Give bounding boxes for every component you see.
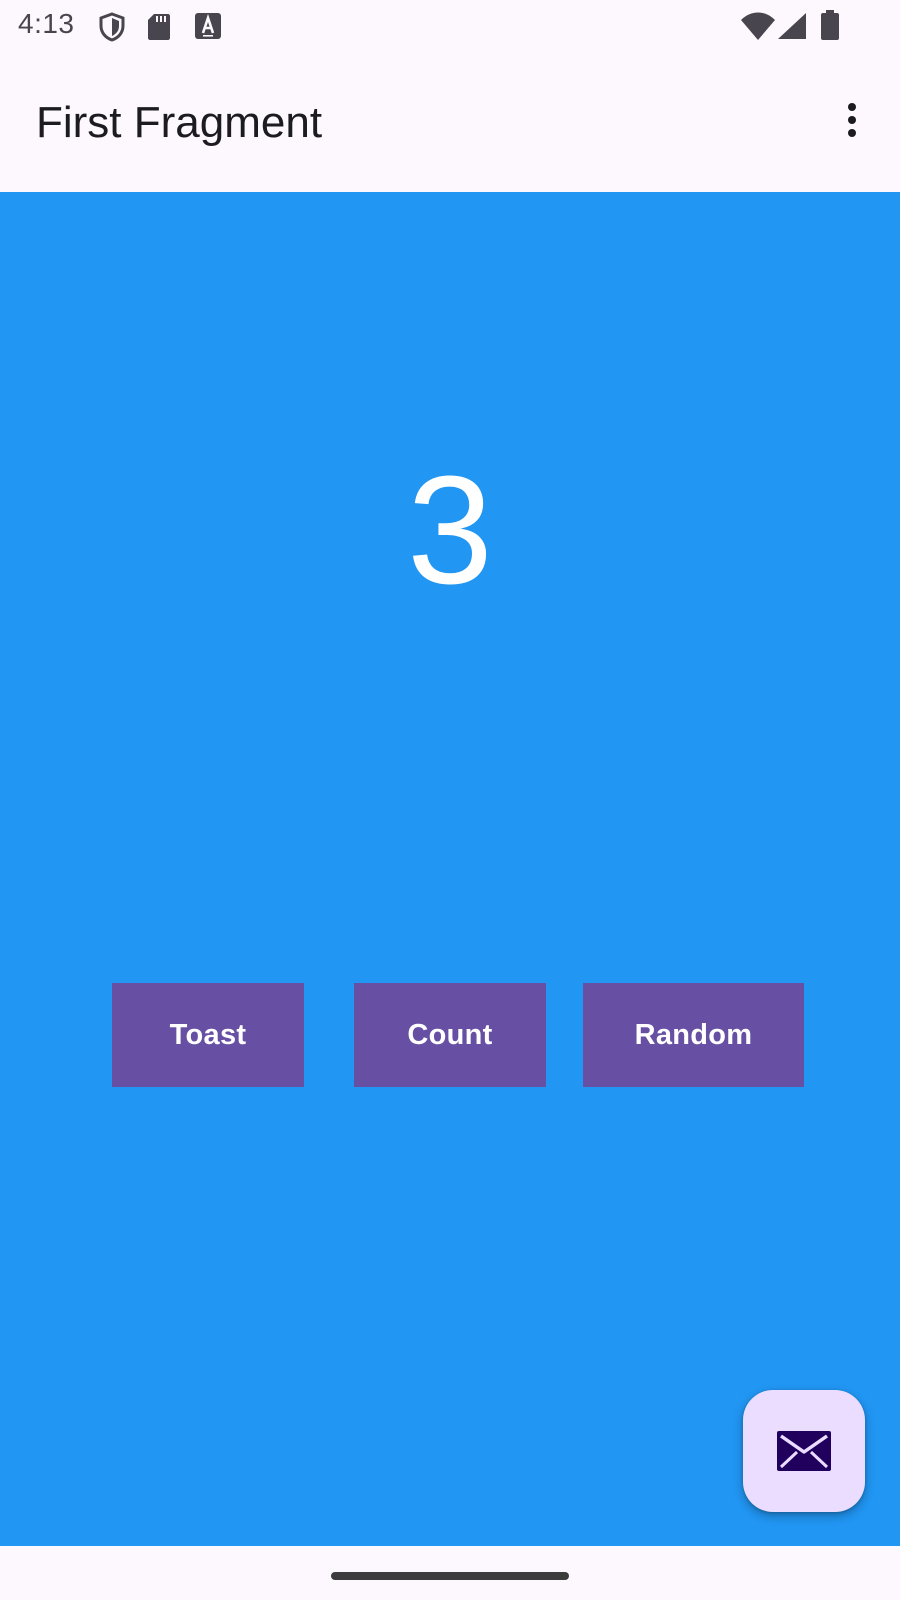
page-title: First Fragment xyxy=(36,98,323,147)
sd-card-icon xyxy=(148,14,170,40)
count-button[interactable]: Count xyxy=(354,983,546,1087)
signal-icon xyxy=(778,13,806,39)
toast-button[interactable]: Toast xyxy=(112,983,304,1087)
random-button-label: Random xyxy=(634,1018,753,1051)
wifi-icon xyxy=(741,12,775,40)
email-fab[interactable] xyxy=(743,1390,865,1512)
keyboard-a-icon xyxy=(195,13,221,39)
shield-icon xyxy=(99,12,125,42)
count-display: 3 xyxy=(407,444,493,616)
random-button[interactable]: Random xyxy=(583,983,804,1087)
app-bar: First Fragment xyxy=(0,54,900,192)
email-icon xyxy=(777,1431,831,1471)
more-vert-icon xyxy=(848,103,856,137)
main-content: 3 Toast Count Random xyxy=(0,192,900,1546)
battery-icon xyxy=(821,10,839,40)
overflow-menu-button[interactable] xyxy=(822,90,882,150)
navigation-bar xyxy=(0,1546,900,1600)
status-time: 4:13 xyxy=(18,8,75,39)
home-gesture-handle[interactable] xyxy=(331,1572,569,1580)
status-bar: 4:13 xyxy=(0,0,900,54)
toast-button-label: Toast xyxy=(169,1018,247,1051)
count-button-label: Count xyxy=(407,1018,493,1051)
